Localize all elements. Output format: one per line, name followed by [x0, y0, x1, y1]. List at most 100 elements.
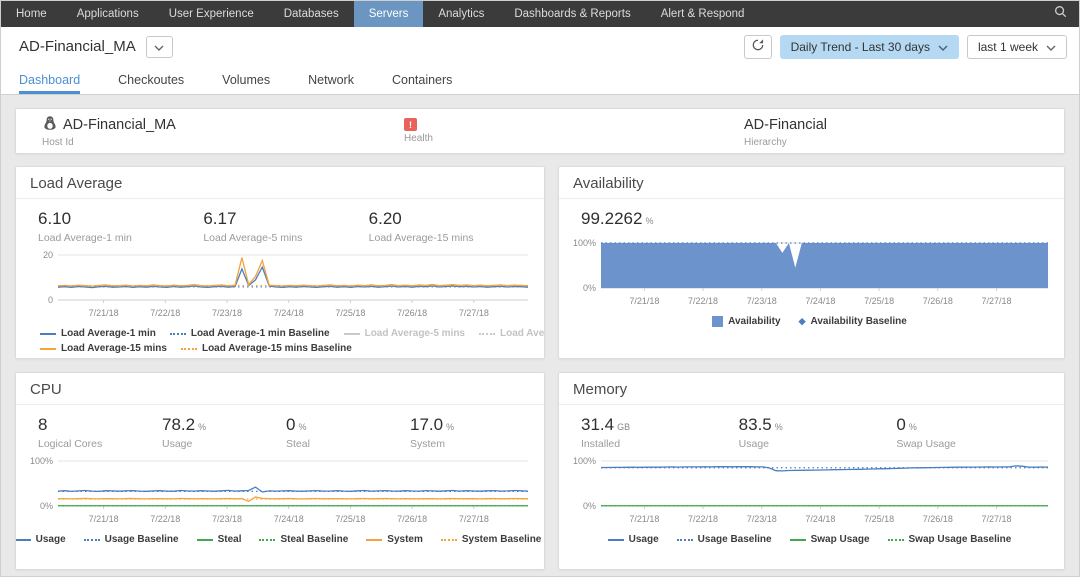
svg-text:100%: 100%	[30, 456, 53, 466]
panel-load-average: Load Average 6.10 Load Average-1 min 6.1…	[15, 166, 545, 359]
stat-load-1min: 6.10 Load Average-1 min	[38, 209, 203, 244]
availability-stats: 99.2262%	[559, 199, 1064, 234]
tab-network[interactable]: Network	[308, 66, 354, 94]
legend-item-usage-baseline[interactable]: Usage Baseline	[84, 532, 179, 547]
host-id-column: AD-Financial_MA Host Id	[42, 115, 176, 148]
legend-item-usage[interactable]: Usage	[15, 532, 66, 547]
nav-item-alert-respond[interactable]: Alert & Respond	[646, 1, 760, 27]
stat-value: 78.2	[162, 415, 195, 434]
nav-item-home[interactable]: Home	[1, 1, 62, 27]
hierarchy-value: AD-Financial	[744, 117, 827, 133]
legend-item-load-average-1-min-baseline[interactable]: Load Average-1 min Baseline	[170, 326, 330, 341]
svg-text:7/24/18: 7/24/18	[805, 296, 835, 306]
panel-memory: Memory 31.4GB Installed 83.5% Usage 0% S…	[558, 372, 1065, 570]
line-swatch-icon	[40, 348, 56, 350]
legend-label: Swap Usage Baseline	[909, 532, 1012, 547]
stat-value: 6.10	[38, 209, 71, 228]
stat-load-5min: 6.17 Load Average-5 mins	[203, 209, 368, 244]
line-swatch-icon	[197, 539, 213, 541]
legend-item-swap-usage-baseline[interactable]: Swap Usage Baseline	[888, 532, 1012, 547]
health-critical-icon[interactable]: !	[404, 118, 417, 131]
svg-text:7/26/18: 7/26/18	[923, 296, 953, 306]
legend-item-load-average-5-mins[interactable]: Load Average-5 mins	[344, 326, 465, 341]
trend-select[interactable]: Daily Trend - Last 30 days	[780, 35, 959, 59]
availability-legend: Availability ◆Availability Baseline	[563, 314, 1056, 329]
stat-value: 0	[896, 415, 905, 434]
line-swatch-icon	[790, 539, 806, 541]
stat-mem-installed: 31.4GB Installed	[581, 415, 739, 450]
svg-text:20: 20	[43, 250, 53, 260]
legend-label: Load Average-5 mins	[365, 326, 465, 341]
diamond-swatch-icon: ◆	[799, 317, 806, 326]
nav-item-databases[interactable]: Databases	[269, 1, 354, 27]
svg-text:7/27/18: 7/27/18	[981, 296, 1011, 306]
stat-label: Usage	[739, 438, 897, 450]
refresh-button[interactable]	[744, 35, 772, 59]
stat-value: 83.5	[739, 415, 772, 434]
stat-label: Installed	[581, 438, 739, 450]
nav-item-servers[interactable]: Servers	[354, 1, 424, 27]
time-range-select[interactable]: last 1 week	[967, 35, 1067, 59]
hierarchy-label: Hierarchy	[744, 137, 827, 148]
svg-text:7/25/18: 7/25/18	[864, 514, 894, 524]
stat-unit: %	[909, 422, 917, 432]
memory-chart[interactable]: 100%0%7/21/187/22/187/23/187/24/187/25/1…	[563, 454, 1056, 526]
legend-item-swap-usage[interactable]: Swap Usage	[790, 532, 870, 547]
load_average-chart[interactable]: 2007/21/187/22/187/23/187/24/187/25/187/…	[20, 248, 536, 320]
legend-item-steal[interactable]: Steal	[197, 532, 242, 547]
legend-item-steal-baseline[interactable]: Steal Baseline	[259, 532, 348, 547]
dash-swatch-icon	[181, 348, 197, 350]
chevron-down-icon	[1046, 40, 1056, 54]
svg-text:7/24/18: 7/24/18	[274, 308, 304, 318]
legend-item-usage-baseline[interactable]: Usage Baseline	[677, 532, 772, 547]
svg-text:0: 0	[48, 295, 53, 305]
nav-item-dashboards-reports[interactable]: Dashboards & Reports	[499, 1, 645, 27]
legend-item-load-average-15-mins-baseline[interactable]: Load Average-15 mins Baseline	[181, 341, 352, 356]
nav-item-user-experience[interactable]: User Experience	[154, 1, 269, 27]
memory-stats: 31.4GB Installed 83.5% Usage 0% Swap Usa…	[559, 405, 1064, 452]
search-button[interactable]	[1042, 1, 1079, 27]
legend-item-availability[interactable]: Availability	[712, 314, 780, 329]
cpu-stats: 8 Logical Cores 78.2% Usage 0% Steal 17.…	[16, 405, 544, 452]
stat-mem-usage: 83.5% Usage	[739, 415, 897, 450]
stat-value: 6.17	[203, 209, 236, 228]
tab-checkoutes[interactable]: Checkoutes	[118, 66, 184, 94]
line-swatch-icon	[608, 539, 624, 541]
panel-title-availability: Availability	[559, 167, 1064, 199]
availability-chart-area[interactable]: 100%0%7/21/187/22/187/23/187/24/187/25/1…	[559, 234, 1064, 329]
cpu-chart-area[interactable]: 100%0%7/21/187/22/187/23/187/24/187/25/1…	[16, 452, 544, 547]
load-average-chart-area[interactable]: 2007/21/187/22/187/23/187/24/187/25/187/…	[16, 246, 544, 356]
stat-value: 17.0	[410, 415, 443, 434]
nav-item-analytics[interactable]: Analytics	[423, 1, 499, 27]
legend-item-availability-baseline[interactable]: ◆Availability Baseline	[799, 314, 907, 329]
svg-text:7/25/18: 7/25/18	[864, 296, 894, 306]
tab-containers[interactable]: Containers	[392, 66, 452, 94]
stat-label: Load Average-1 min	[38, 232, 203, 244]
cpu-chart[interactable]: 100%0%7/21/187/22/187/23/187/24/187/25/1…	[20, 454, 536, 526]
legend-item-usage[interactable]: Usage	[608, 532, 659, 547]
svg-text:7/23/18: 7/23/18	[747, 296, 777, 306]
tab-volumes[interactable]: Volumes	[222, 66, 270, 94]
legend-item-system[interactable]: System	[366, 532, 423, 547]
stat-unit: %	[198, 422, 206, 432]
stat-availability: 99.2262%	[581, 209, 1054, 232]
legend-item-load-average-15-mins[interactable]: Load Average-15 mins	[40, 341, 167, 356]
availability-chart[interactable]: 100%0%7/21/187/22/187/23/187/24/187/25/1…	[563, 236, 1056, 308]
stat-cpu-steal: 0% Steal	[286, 415, 410, 450]
dash-swatch-icon	[170, 333, 186, 335]
stat-unit: %	[645, 216, 653, 226]
host-id-value: AD-Financial_MA	[63, 117, 176, 133]
legend-label: System	[387, 532, 423, 547]
stat-load-15min: 6.20 Load Average-15 mins	[369, 209, 534, 244]
legend-item-system-baseline[interactable]: System Baseline	[441, 532, 542, 547]
legend-item-load-average-1-min[interactable]: Load Average-1 min	[40, 326, 156, 341]
nav-item-applications[interactable]: Applications	[62, 1, 154, 27]
dash-swatch-icon	[84, 539, 100, 541]
tab-dashboard[interactable]: Dashboard	[19, 66, 80, 94]
dash-swatch-icon	[479, 333, 495, 335]
legend-item-load-average-5-mins-baseline[interactable]: Load Average-5 mins Baseline	[479, 326, 545, 341]
memory-chart-area[interactable]: 100%0%7/21/187/22/187/23/187/24/187/25/1…	[559, 452, 1064, 547]
legend-label: System Baseline	[462, 532, 542, 547]
time-range-value: last 1 week	[978, 40, 1038, 54]
host-selector-dropdown[interactable]	[146, 36, 173, 58]
